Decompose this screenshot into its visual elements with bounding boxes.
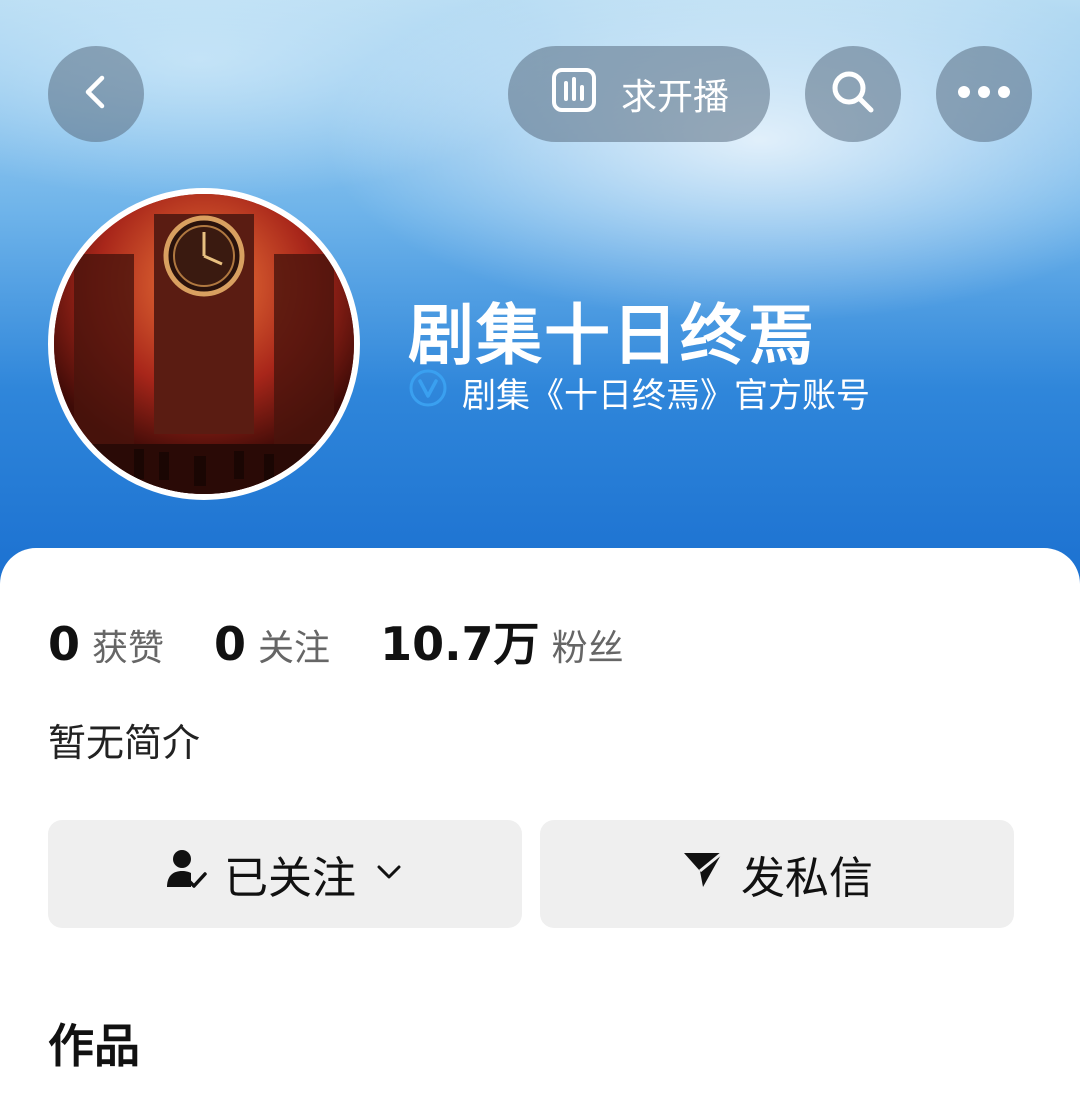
back-button[interactable] — [48, 46, 144, 142]
search-icon — [828, 67, 878, 121]
profile-name: 剧集十日终焉 — [408, 297, 816, 374]
send-message-label: 发私信 — [741, 853, 873, 904]
stat-followers[interactable]: 10.7万 粉丝 — [380, 608, 624, 674]
stat-following[interactable]: 0 关注 — [214, 617, 330, 671]
avatar[interactable] — [48, 188, 360, 500]
stat-likes[interactable]: 0 获赞 — [48, 617, 164, 671]
stat-following-label: 关注 — [258, 628, 331, 669]
send-message-button[interactable]: 发私信 — [540, 820, 1014, 928]
followed-button[interactable]: 已关注 — [48, 820, 522, 928]
stat-likes-label: 获赞 — [92, 628, 165, 669]
more-icon — [956, 84, 1012, 104]
request-live-label: 求开播 — [620, 77, 729, 118]
search-button[interactable] — [805, 46, 901, 142]
stat-likes-value: 0 — [48, 617, 81, 671]
followed-label: 已关注 — [224, 853, 356, 904]
avatar-poster-image — [54, 194, 354, 494]
paper-plane-icon — [681, 847, 725, 902]
stat-followers-label: 粉丝 — [551, 628, 624, 669]
request-live-button[interactable]: 求开播 — [508, 46, 770, 142]
back-icon — [76, 72, 116, 116]
user-check-icon — [164, 847, 208, 902]
stat-followers-value: 10.7万 — [380, 617, 540, 671]
bio-text: 暂无简介 — [48, 721, 201, 765]
stat-following-value: 0 — [214, 617, 247, 671]
more-button[interactable] — [936, 46, 1032, 142]
verification-text: 剧集《十日终焉》官方账号 — [462, 376, 870, 416]
works-section-title: 作品 — [48, 1019, 140, 1073]
verified-badge-icon — [408, 368, 448, 417]
stats-row: 0 获赞 0 关注 10.7万 粉丝 — [48, 608, 674, 674]
verification-row[interactable]: 剧集《十日终焉》官方账号 — [408, 368, 870, 417]
live-chart-icon — [549, 65, 599, 124]
chevron-down-icon — [372, 849, 406, 900]
